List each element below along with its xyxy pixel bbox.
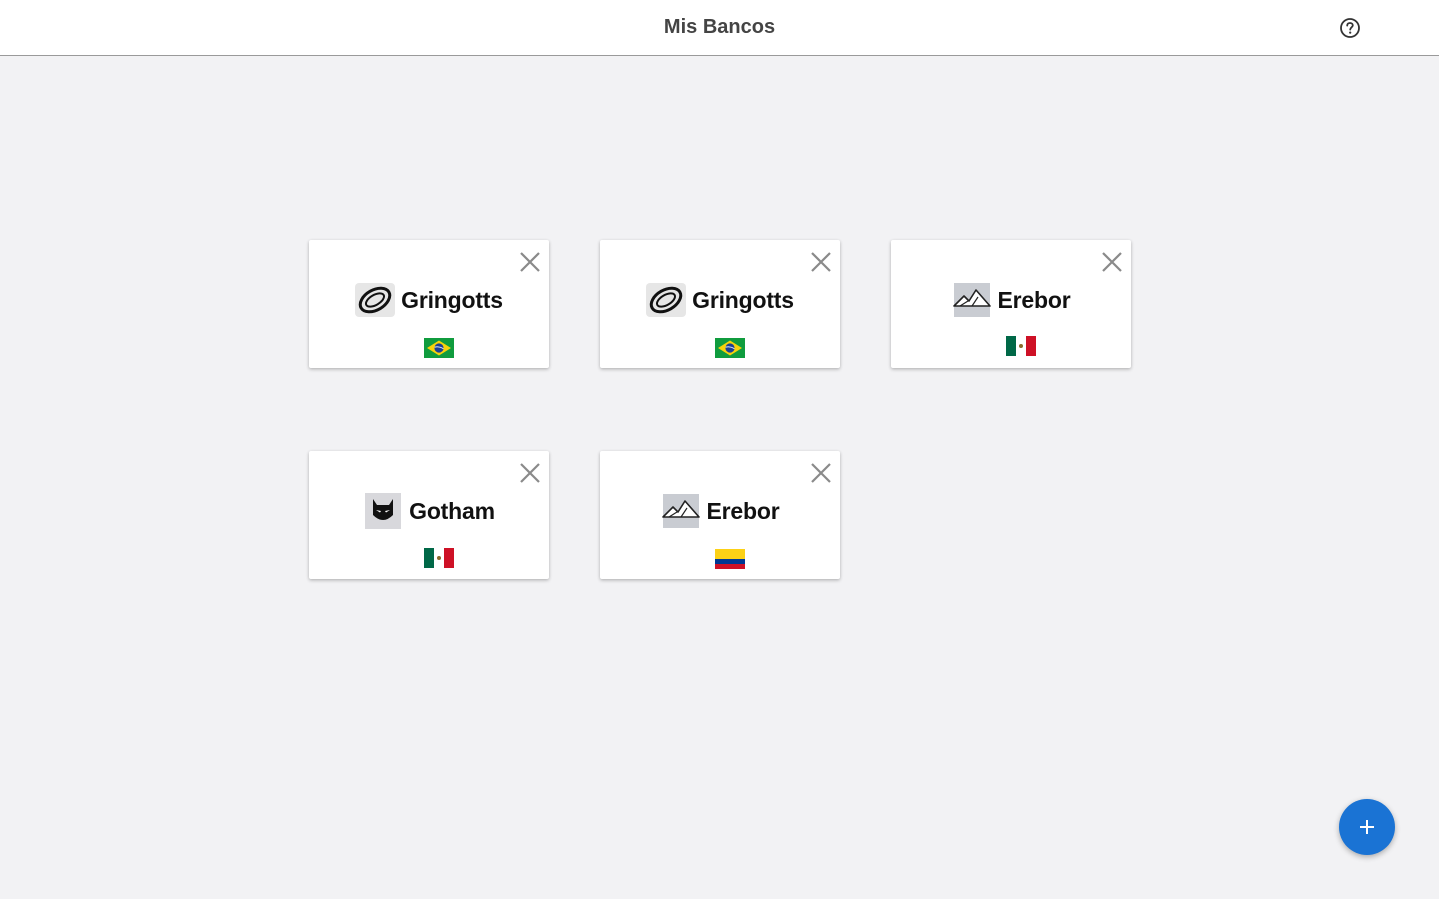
bat-mask-icon	[365, 493, 402, 529]
mountain-icon	[661, 494, 700, 528]
colombia-flag-icon	[715, 549, 745, 569]
bank-name: Gringotts	[692, 286, 794, 313]
mexico-flag-icon	[1006, 336, 1036, 356]
mexico-flag-icon	[424, 548, 454, 568]
bank-name: Gotham	[409, 497, 495, 524]
bank-logo: Erebor	[600, 491, 840, 531]
bank-card-gringotts-brazil[interactable]: Gringotts	[309, 240, 549, 368]
bank-name: Gringotts	[401, 286, 503, 313]
app-header: Mis Bancos	[0, 0, 1439, 56]
help-icon[interactable]	[1339, 17, 1361, 39]
bank-card-erebor-colombia[interactable]: Erebor	[600, 451, 840, 579]
coin-ring-icon	[646, 283, 687, 317]
bank-card-gotham-mexico[interactable]: Gotham	[309, 451, 549, 579]
page-title: Mis Bancos	[663, 16, 776, 38]
bank-logo: Gotham	[309, 491, 549, 531]
close-icon[interactable]	[810, 251, 832, 273]
bank-card-erebor-mexico[interactable]: Erebor	[891, 240, 1131, 368]
bank-name: Erebor	[706, 497, 780, 524]
bank-logo: Gringotts	[309, 280, 549, 320]
bank-name: Erebor	[997, 286, 1071, 313]
mountain-icon	[952, 283, 991, 317]
plus-icon	[1360, 820, 1374, 834]
add-bank-button[interactable]	[1339, 799, 1395, 855]
close-icon[interactable]	[810, 462, 832, 484]
brazil-flag-icon	[715, 338, 745, 358]
bank-logo: Erebor	[891, 280, 1131, 320]
coin-ring-icon	[355, 283, 396, 317]
close-icon[interactable]	[519, 251, 541, 273]
bank-card-gringotts-brazil[interactable]: Gringotts	[600, 240, 840, 368]
close-icon[interactable]	[519, 462, 541, 484]
close-icon[interactable]	[1101, 251, 1123, 273]
bank-logo: Gringotts	[600, 280, 840, 320]
brazil-flag-icon	[424, 338, 454, 358]
